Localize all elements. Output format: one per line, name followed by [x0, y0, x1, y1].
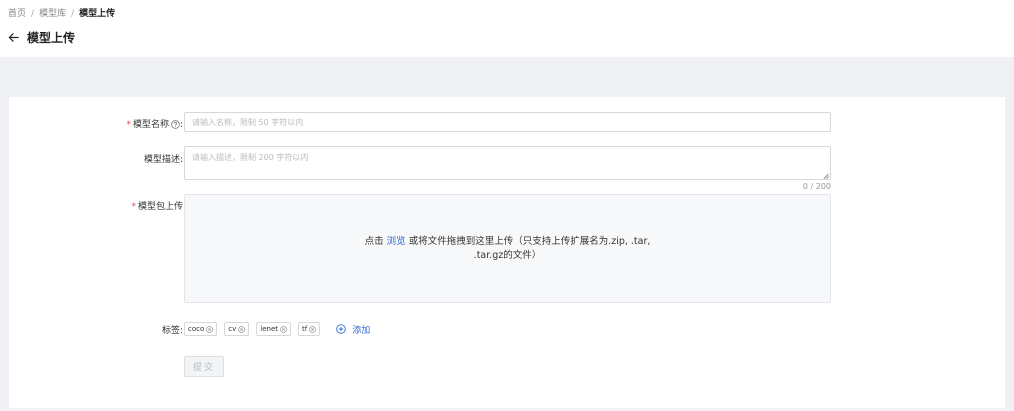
add-tag-label: 添加	[352, 325, 371, 336]
close-circle-icon[interactable]	[238, 325, 246, 333]
breadcrumb-model-library[interactable]: 模型库	[39, 9, 66, 19]
breadcrumb-current: 模型上传	[79, 9, 116, 19]
arrow-left-icon[interactable]	[6, 30, 20, 44]
close-circle-icon[interactable]	[280, 325, 287, 333]
model-description-placeholder: 请输入描述，限制 200 字符以内	[192, 153, 309, 162]
page-header: 模型上传	[6, 27, 75, 47]
model-package-label: * 模型包上传	[131, 202, 183, 212]
description-char-counter: 0 / 200	[802, 182, 831, 191]
close-circle-icon[interactable]	[309, 325, 317, 333]
page-title: 模型上传	[27, 30, 76, 45]
file-drop-zone[interactable]: 点击 浏览 或将文件拖拽到这里上传（只支持上传扩展名为.zip, .tar, .…	[184, 194, 831, 303]
tags-label: 标签:	[161, 326, 183, 336]
upload-instructions: 点击 浏览 或将文件拖拽到这里上传（只支持上传扩展名为.zip, .tar, .…	[364, 235, 651, 261]
required-mark: *	[131, 202, 136, 212]
model-description-label: 模型描述:	[143, 155, 183, 165]
question-circle-icon[interactable]	[171, 120, 180, 132]
tag-cv: cv	[224, 322, 250, 336]
upload-form-card: * 模型名称: 请输入名称，限制 50 字符以内 模型描述: 请输入描述，限制 2…	[9, 97, 1005, 408]
resize-handle-icon[interactable]	[823, 172, 829, 179]
model-name-input[interactable]: 请输入名称，限制 50 字符以内	[184, 112, 831, 132]
breadcrumb: 首页 / 模型库 / 模型上传	[8, 6, 115, 19]
breadcrumb-separator: /	[71, 9, 75, 19]
tag-coco: coco	[184, 322, 218, 336]
breadcrumb-home[interactable]: 首页	[8, 9, 26, 19]
required-mark: *	[126, 120, 131, 130]
model-description-textarea[interactable]: 请输入描述，限制 200 字符以内	[184, 146, 831, 180]
tag-tf: tf	[298, 322, 321, 336]
add-tag-button[interactable]: 添加	[336, 323, 370, 336]
submit-button[interactable]: 提交	[184, 356, 224, 377]
plus-circle-icon	[336, 324, 346, 334]
browse-link[interactable]: 浏览	[387, 236, 406, 247]
model-name-placeholder: 请输入名称，限制 50 字符以内	[192, 117, 304, 127]
tags-list: coco cv lenet tf 添加	[184, 322, 370, 336]
tag-lenet: lenet	[256, 322, 292, 336]
breadcrumb-separator: /	[31, 9, 35, 19]
close-circle-icon[interactable]	[206, 325, 214, 333]
model-name-label: * 模型名称:	[126, 120, 183, 132]
